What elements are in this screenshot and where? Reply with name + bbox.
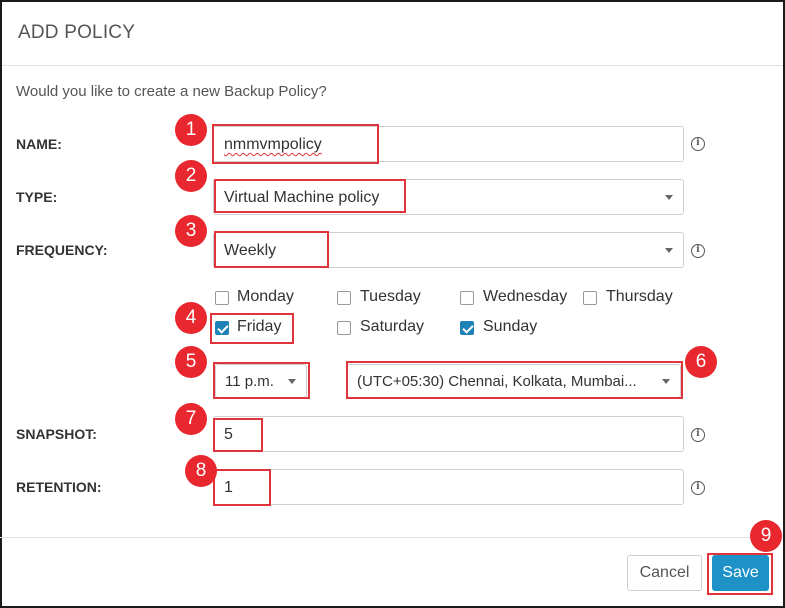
- type-label: TYPE:: [16, 189, 58, 205]
- name-input[interactable]: nmmvmpolicy: [213, 126, 684, 162]
- saturday-label: Saturday: [360, 318, 425, 335]
- chevron-down-icon: [665, 195, 673, 200]
- snapshot-input[interactable]: 5: [213, 416, 684, 452]
- wednesday-checkbox[interactable]: [460, 291, 474, 305]
- name-input-value: nmmvmpolicy: [224, 136, 322, 153]
- frequency-select[interactable]: Weekly: [213, 232, 684, 268]
- cancel-button[interactable]: Cancel: [627, 555, 702, 591]
- wednesday-label: Wednesday: [483, 288, 568, 305]
- name-label: NAME:: [16, 136, 62, 152]
- monday-checkbox[interactable]: [215, 291, 229, 305]
- retention-input-value: 1: [224, 479, 233, 496]
- frequency-select-value: Weekly: [224, 242, 277, 259]
- time-select[interactable]: 11 p.m.: [215, 364, 307, 398]
- timezone-select[interactable]: (UTC+05:30) Chennai, Kolkata, Mumbai...: [347, 364, 681, 398]
- callout-badge-5: 5: [175, 346, 207, 378]
- friday-label: Friday: [237, 318, 282, 335]
- save-button[interactable]: Save: [712, 555, 769, 591]
- time-select-value: 11 p.m.: [225, 373, 274, 390]
- callout-badge-7: 7: [175, 403, 207, 435]
- retention-info-icon[interactable]: i: [691, 481, 705, 495]
- snapshot-label: SNAPSHOT:: [16, 426, 97, 442]
- callout-badge-8: 8: [185, 455, 217, 487]
- snapshot-input-value: 5: [224, 426, 233, 443]
- snapshot-info-icon[interactable]: i: [691, 428, 705, 442]
- type-select-value: Virtual Machine policy: [224, 189, 380, 206]
- dialog-title: ADD POLICY: [18, 22, 136, 43]
- type-select[interactable]: Virtual Machine policy: [213, 179, 684, 215]
- monday-label: Monday: [237, 288, 294, 305]
- chevron-down-icon: [662, 379, 670, 384]
- thursday-label: Thursday: [606, 288, 673, 305]
- chevron-down-icon: [665, 248, 673, 253]
- dialog-question: Would you like to create a new Backup Po…: [16, 83, 327, 100]
- timezone-select-value: (UTC+05:30) Chennai, Kolkata, Mumbai...: [357, 373, 637, 390]
- chevron-down-icon: [288, 379, 296, 384]
- frequency-info-icon[interactable]: i: [691, 244, 705, 258]
- callout-badge-2: 2: [175, 160, 207, 192]
- callout-badge-3: 3: [175, 215, 207, 247]
- retention-label: RETENTION:: [16, 479, 102, 495]
- friday-checkbox[interactable]: [215, 321, 229, 335]
- dialog-header: ADD POLICY: [2, 2, 783, 66]
- callout-badge-6: 6: [685, 346, 717, 378]
- saturday-checkbox[interactable]: [337, 321, 351, 335]
- thursday-checkbox[interactable]: [583, 291, 597, 305]
- tuesday-checkbox[interactable]: [337, 291, 351, 305]
- callout-badge-4: 4: [175, 302, 207, 334]
- frequency-label: FREQUENCY:: [16, 242, 108, 258]
- tuesday-label: Tuesday: [360, 288, 421, 305]
- sunday-checkbox[interactable]: [460, 321, 474, 335]
- name-info-icon[interactable]: i: [691, 137, 705, 151]
- sunday-label: Sunday: [483, 318, 538, 335]
- retention-input[interactable]: 1: [213, 469, 684, 505]
- callout-badge-1: 1: [175, 114, 207, 146]
- callout-badge-9: 9: [750, 520, 782, 552]
